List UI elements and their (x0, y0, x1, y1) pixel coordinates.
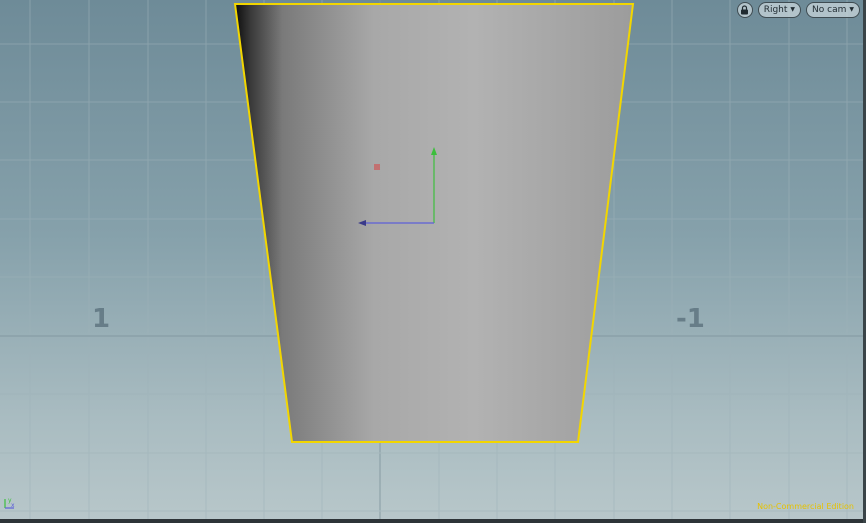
camera-menu-label: No cam (812, 5, 847, 15)
viewport-toolbar: Right ▼ No cam ▼ (736, 2, 860, 18)
view-menu-button[interactable]: Right ▼ (757, 2, 802, 18)
view-menu-label: Right (763, 5, 788, 15)
svg-text:x: x (11, 502, 15, 509)
pivot-point[interactable] (374, 164, 380, 170)
chevron-down-icon: ▼ (790, 6, 796, 13)
camera-menu-button[interactable]: No cam ▼ (806, 2, 860, 18)
viewport-bottom-border (0, 519, 866, 523)
license-watermark: Non-Commercial Edition (757, 502, 854, 511)
3d-viewport[interactable]: 1 -1 Right ▼ No cam ▼ y x Non-Commercial… (0, 0, 866, 523)
lock-camera-button[interactable] (736, 2, 753, 18)
grid-coordinate-label-right: -1 (676, 304, 705, 334)
chevron-down-icon: ▼ (849, 6, 854, 13)
grid-coordinate-label-left: 1 (92, 304, 111, 334)
lock-icon (741, 5, 749, 15)
viewport-scene[interactable] (0, 0, 866, 523)
axis-indicator-icon: y x (4, 497, 15, 509)
